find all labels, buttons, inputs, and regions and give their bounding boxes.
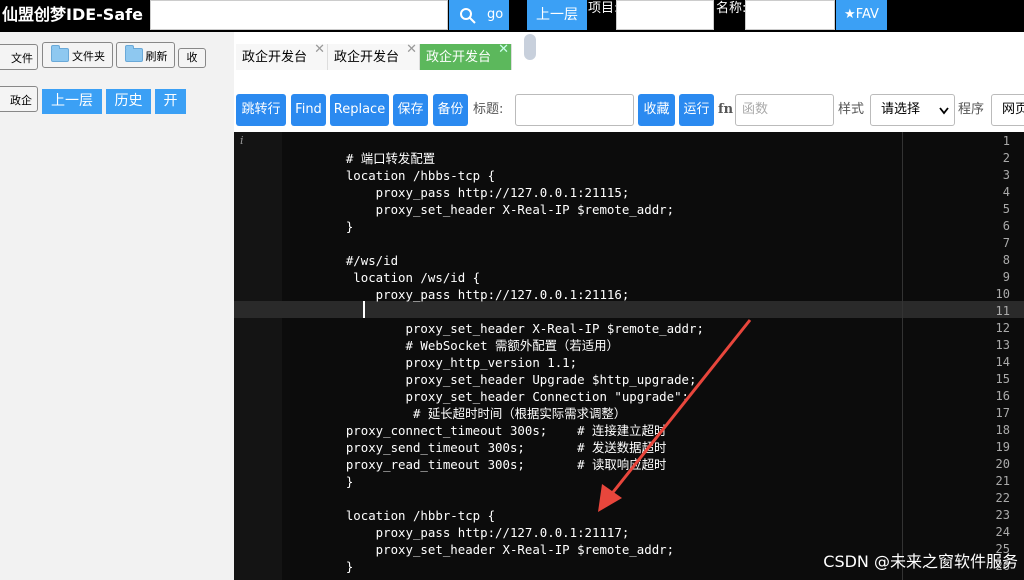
go-label: go	[487, 7, 504, 22]
title-label: 标题:	[473, 102, 504, 117]
path-input[interactable]	[150, 0, 448, 30]
refresh-button[interactable]: 刷新	[116, 42, 175, 68]
gov-button-label: 政企	[10, 94, 32, 107]
top-up-button[interactable]: 上一层	[527, 0, 587, 30]
close-icon[interactable]: ✕	[314, 36, 325, 64]
name-label: 名称:	[716, 1, 747, 16]
gov-button[interactable]: 政企	[0, 86, 38, 112]
file-button[interactable]: 文件	[0, 44, 38, 70]
folder-button-label: 文件夹	[72, 50, 105, 63]
collect-button[interactable]: 收藏	[638, 94, 675, 126]
close-icon[interactable]: ✕	[498, 36, 509, 64]
tab-label: 政企开发台	[426, 50, 492, 65]
file-button-label: 文件	[11, 52, 33, 65]
project-label: 项目:	[588, 1, 619, 16]
save-button[interactable]: 保存	[393, 94, 428, 126]
backup-button[interactable]: 备份	[433, 94, 468, 126]
close-icon[interactable]: ✕	[406, 36, 417, 64]
file-panel	[0, 32, 234, 580]
collapse-button[interactable]: 收	[178, 48, 206, 68]
history-button[interactable]: 历史	[106, 89, 151, 114]
left-up-button[interactable]: 上一层	[42, 89, 102, 114]
run-button[interactable]: 运行	[679, 94, 714, 126]
code-editor[interactable]: i 12 # 端口转发配置 3 location /hbbs-tcp {4 pro…	[234, 132, 1024, 580]
tab-label: 政企开发台	[334, 50, 400, 65]
replace-button[interactable]: Replace	[330, 94, 389, 126]
jump-line-button[interactable]: 跳转行	[236, 94, 286, 126]
tab-3-active[interactable]: 政企开发台 ✕	[420, 42, 512, 70]
project-input[interactable]	[616, 0, 714, 30]
tabs-scrollbar[interactable]	[524, 34, 536, 60]
style-select-value: 请选择	[881, 102, 921, 117]
watermark: CSDN @未来之窗软件服务	[823, 552, 1018, 571]
folder-button[interactable]: 文件夹	[42, 42, 113, 68]
fn-label: fn	[718, 102, 734, 117]
tab-2[interactable]: 政企开发台 ✕	[328, 42, 420, 70]
open-button[interactable]: 开	[155, 89, 186, 114]
collapse-button-label: 收	[186, 51, 198, 64]
program-select[interactable]: 网页	[991, 94, 1024, 126]
refresh-button-label: 刷新	[145, 50, 168, 63]
tab-label: 政企开发台	[242, 50, 308, 65]
red-arrow-annotation	[598, 319, 752, 512]
go-button[interactable]: go	[449, 0, 509, 30]
fav-button[interactable]: ★FAV	[836, 0, 887, 30]
chevron-down-icon	[939, 107, 949, 115]
title-input[interactable]	[515, 94, 634, 126]
top-bar: 仙盟创梦IDE-Safe go 上一层 项目: 名称: ★FAV	[0, 0, 1024, 32]
search-icon	[460, 8, 476, 24]
app-title: 仙盟创梦IDE-Safe	[2, 5, 143, 24]
name-input[interactable]	[745, 0, 835, 30]
find-button[interactable]: Find	[291, 94, 326, 126]
program-select-value: 网页	[1002, 102, 1024, 117]
program-label: 程序	[958, 102, 985, 117]
function-input[interactable]: 函数	[735, 94, 834, 126]
tab-1[interactable]: 政企开发台 ✕	[236, 42, 328, 70]
style-select[interactable]: 请选择	[870, 94, 955, 126]
style-label: 样式	[838, 102, 865, 117]
